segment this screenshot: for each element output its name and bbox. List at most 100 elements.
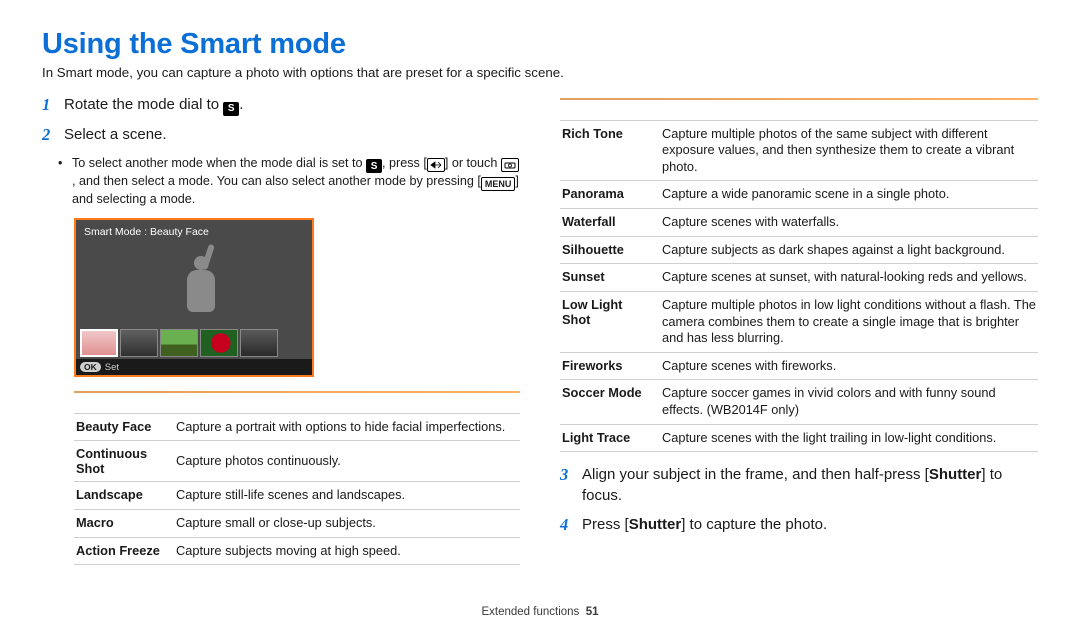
mode-description: Capture photos continuously. <box>174 441 520 482</box>
mode-option: Continuous Shot <box>74 441 174 482</box>
sub-text-3: ] or touch <box>445 156 501 170</box>
step-1: 1 Rotate the mode dial to S. <box>42 94 520 116</box>
mode-option: Sunset <box>560 264 660 292</box>
screenshot-area: Smart Mode : Beauty Face OK Set <box>76 220 312 375</box>
intro-text: In Smart mode, you can capture a photo w… <box>42 65 1038 80</box>
sub-text-1: To select another mode when the mode dia… <box>72 156 366 170</box>
screenshot-footer: OK Set <box>76 359 312 375</box>
footer-section: Extended functions <box>481 606 579 618</box>
back-button-icon <box>427 158 445 172</box>
mode-option: Soccer Mode <box>560 380 660 424</box>
hdr-option <box>560 106 660 120</box>
table-row: WaterfallCapture scenes with waterfalls. <box>560 209 1038 237</box>
mode-option: Landscape <box>74 482 174 510</box>
mode-description: Capture subjects moving at high speed. <box>174 537 520 565</box>
table-row: Continuous ShotCapture photos continuous… <box>74 441 520 482</box>
table-row: MacroCapture small or close-up subjects. <box>74 510 520 538</box>
mode-description: Capture multiple photos in low light con… <box>660 291 1038 352</box>
thumbnail-4[interactable] <box>200 329 238 357</box>
step-2-body: Select a scene. <box>64 124 167 146</box>
step-3: 3 Align your subject in the frame, and t… <box>560 464 1038 506</box>
step-2: 2 Select a scene. <box>42 124 520 146</box>
modes-table-left: Beauty FaceCapture a portrait with optio… <box>74 399 520 565</box>
sub-text-2: , press [ <box>382 156 427 170</box>
step-3-body: Align your subject in the frame, and the… <box>582 464 1038 506</box>
mode-description: Capture soccer games in vivid colors and… <box>660 380 1038 424</box>
step-4-post: ] to capture the photo. <box>681 516 827 533</box>
table-row: PanoramaCapture a wide panoramic scene i… <box>560 181 1038 209</box>
thumbnail-3[interactable] <box>160 329 198 357</box>
mode-option: Silhouette <box>560 236 660 264</box>
step-2-number: 2 <box>42 124 56 146</box>
mode-description: Capture subjects as dark shapes against … <box>660 236 1038 264</box>
sub-text-4: , and then select a mode. You can also s… <box>72 174 481 188</box>
mode-description: Capture scenes with the light trailing i… <box>660 424 1038 452</box>
hdr-option <box>74 399 174 413</box>
mode-description: Capture scenes at sunset, with natural-l… <box>660 264 1038 292</box>
set-label: Set <box>105 362 119 373</box>
hdr-description <box>660 106 1038 120</box>
mode-option: Low Light Shot <box>560 291 660 352</box>
table-separator-left <box>74 391 520 393</box>
mode-description: Capture still-life scenes and landscapes… <box>174 482 520 510</box>
menu-button-icon: MENU <box>481 177 516 191</box>
table-row: FireworksCapture scenes with fireworks. <box>560 352 1038 380</box>
mode-option: Macro <box>74 510 174 538</box>
mode-description: Capture scenes with waterfalls. <box>660 209 1038 237</box>
mode-description: Capture a portrait with options to hide … <box>174 413 520 441</box>
shutter-label-2: Shutter <box>629 516 682 533</box>
table-row: LandscapeCapture still-life scenes and l… <box>74 482 520 510</box>
step-1-text-pre: Rotate the mode dial to <box>64 96 223 113</box>
content-columns: 1 Rotate the mode dial to S. 2 Select a … <box>42 94 1038 565</box>
mode-option: Fireworks <box>560 352 660 380</box>
mode-screenshot: Smart Mode : Beauty Face OK Set <box>74 218 314 377</box>
mode-option: Rich Tone <box>560 120 660 181</box>
table-row: Action FreezeCapture subjects moving at … <box>74 537 520 565</box>
subject-silhouette <box>171 248 231 320</box>
table-separator-right <box>560 98 1038 100</box>
thumbnail-2[interactable] <box>120 329 158 357</box>
hdr-description <box>174 399 520 413</box>
mode-description: Capture small or close-up subjects. <box>174 510 520 538</box>
smart-mode-icon: S <box>223 102 239 116</box>
mode-option: Waterfall <box>560 209 660 237</box>
step-1-number: 1 <box>42 94 56 116</box>
mode-description: Capture a wide panoramic scene in a sing… <box>660 181 1038 209</box>
mode-option: Beauty Face <box>74 413 174 441</box>
step-3-pre: Align your subject in the frame, and the… <box>582 466 929 483</box>
step-1-body: Rotate the mode dial to S. <box>64 94 243 116</box>
page-number: 51 <box>586 606 599 618</box>
mode-option: Light Trace <box>560 424 660 452</box>
screenshot-title: Smart Mode : Beauty Face <box>84 226 209 238</box>
ok-indicator: OK <box>80 362 101 372</box>
page-title: Using the Smart mode <box>42 28 1038 61</box>
table-row: Light TraceCapture scenes with the light… <box>560 424 1038 452</box>
modes-table-right: Rich ToneCapture multiple photos of the … <box>560 106 1038 452</box>
table-row: Low Light ShotCapture multiple photos in… <box>560 291 1038 352</box>
shutter-label-1: Shutter <box>929 466 982 483</box>
step-3-number: 3 <box>560 464 574 506</box>
page-footer: Extended functions 51 <box>0 606 1080 618</box>
step-4-pre: Press [ <box>582 516 629 533</box>
table-row: SilhouetteCapture subjects as dark shape… <box>560 236 1038 264</box>
table-row: Soccer ModeCapture soccer games in vivid… <box>560 380 1038 424</box>
step-2-substep: To select another mode when the mode dia… <box>72 155 520 209</box>
step-4-body: Press [Shutter] to capture the photo. <box>582 514 827 536</box>
thumbnail-5[interactable] <box>240 329 278 357</box>
step-4-number: 4 <box>560 514 574 536</box>
smart-mode-icon: S <box>366 159 382 173</box>
camera-button-icon <box>501 158 519 172</box>
mode-description: Capture scenes with fireworks. <box>660 352 1038 380</box>
thumbnail-beauty-face[interactable] <box>80 329 118 357</box>
table-row: SunsetCapture scenes at sunset, with nat… <box>560 264 1038 292</box>
table-row: Rich ToneCapture multiple photos of the … <box>560 120 1038 181</box>
mode-option: Action Freeze <box>74 537 174 565</box>
mode-description: Capture multiple photos of the same subj… <box>660 120 1038 181</box>
mode-option: Panorama <box>560 181 660 209</box>
left-column: 1 Rotate the mode dial to S. 2 Select a … <box>42 94 520 565</box>
step-4: 4 Press [Shutter] to capture the photo. <box>560 514 1038 536</box>
step-1-text-post: . <box>239 96 243 113</box>
mode-thumbnail-strip <box>80 329 278 357</box>
right-column: Rich ToneCapture multiple photos of the … <box>560 94 1038 565</box>
table-row: Beauty FaceCapture a portrait with optio… <box>74 413 520 441</box>
